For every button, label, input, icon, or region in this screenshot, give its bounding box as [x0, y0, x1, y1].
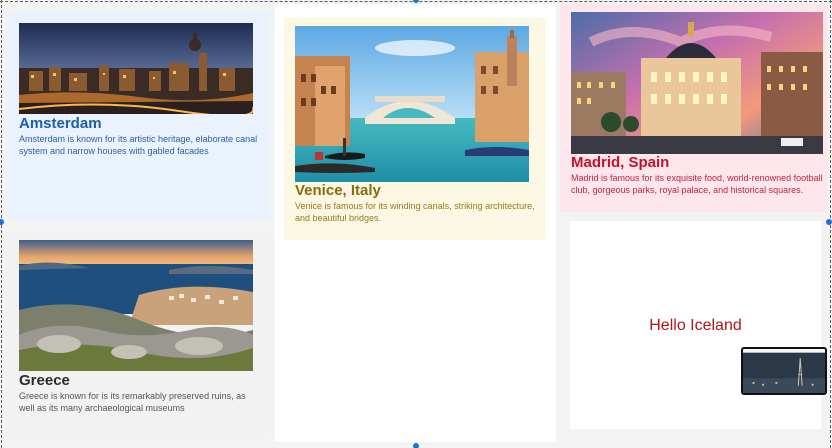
card-amsterdam[interactable]: Amsterdam Amsterdam is known for its art…: [8, 12, 270, 220]
madrid-description: Madrid is famous for its exquisite food,…: [571, 173, 823, 195]
greece-description: Greece is known for is its remarkably pr…: [19, 391, 246, 413]
resize-handle-left[interactable]: [0, 219, 4, 225]
amsterdam-photo: [19, 23, 253, 114]
card-greece[interactable]: Greece Greece is known for is its remark…: [8, 232, 270, 437]
madrid-photo: [571, 12, 823, 154]
amsterdam-title: Amsterdam: [19, 115, 102, 132]
resize-handle-bottom[interactable]: [413, 443, 419, 448]
iceland-hello-text: Hello Iceland: [649, 317, 742, 334]
card-venice[interactable]: Venice, Italy Venice is famous for its w…: [284, 18, 546, 240]
card-madrid[interactable]: Madrid, Spain Madrid is famous for its e…: [560, 4, 828, 212]
drag-preview-thumbnail[interactable]: [741, 347, 827, 395]
venice-photo: [295, 26, 529, 182]
card-iceland[interactable]: Hello Iceland: [570, 221, 821, 429]
venice-description: Venice is famous for its winding canals,…: [295, 201, 535, 223]
layout-canvas: Amsterdam Amsterdam is known for its art…: [0, 0, 832, 448]
madrid-title: Madrid, Spain: [571, 154, 670, 171]
resize-handle-right[interactable]: [826, 219, 832, 225]
resize-handle-top[interactable]: [413, 0, 419, 3]
greece-photo: [19, 240, 253, 371]
venice-title: Venice, Italy: [295, 182, 381, 199]
amsterdam-description: Amsterdam is known for its artistic heri…: [19, 134, 258, 156]
greece-title: Greece: [19, 372, 70, 389]
